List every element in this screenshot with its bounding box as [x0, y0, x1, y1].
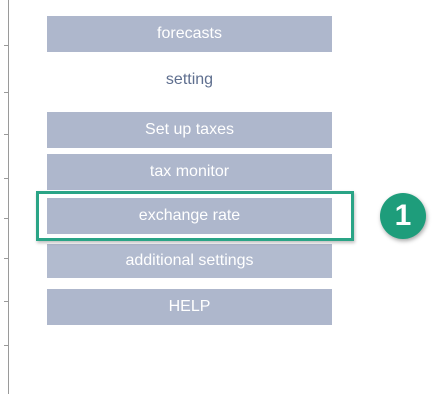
ruler-tick: [4, 134, 9, 135]
ruler-tick: [4, 92, 9, 93]
additional-settings-button[interactable]: additional settings: [47, 244, 332, 278]
left-border-rule: [8, 0, 9, 394]
ruler-tick: [4, 45, 9, 46]
ruler-tick: [4, 178, 9, 179]
forecasts-button[interactable]: forecasts: [47, 16, 332, 52]
ruler-tick: [4, 345, 9, 346]
tax-monitor-button[interactable]: tax monitor: [47, 154, 332, 190]
ruler-tick: [4, 258, 9, 259]
ruler-tick: [4, 218, 9, 219]
setting-link[interactable]: setting: [47, 62, 332, 98]
set-up-taxes-button[interactable]: Set up taxes: [47, 112, 332, 148]
step-number-badge: 1: [380, 193, 426, 239]
ruler-tick: [4, 301, 9, 302]
menu-panel: forecasts setting Set up taxes tax monit…: [0, 0, 444, 394]
exchange-rate-button[interactable]: exchange rate: [47, 198, 332, 234]
help-button[interactable]: HELP: [47, 289, 332, 325]
